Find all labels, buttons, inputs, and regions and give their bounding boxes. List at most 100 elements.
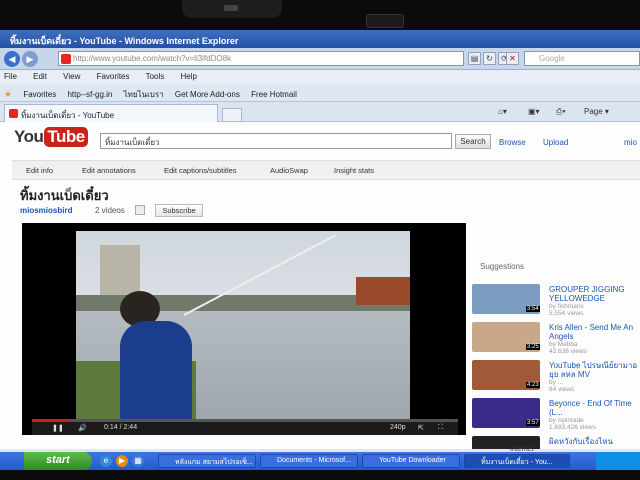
suggestion-item[interactable]: ผิดหวังกับเรื่องไหนby ...... — [472, 436, 640, 449]
suggestion-thumbnail[interactable]: 3:25 — [472, 322, 540, 352]
taskbar-item-active[interactable]: ทิ้มงานเบ็ดเดี๋ยว - You... — [464, 454, 570, 468]
suggestion-duration: 4:23 — [526, 382, 540, 388]
suggestion-duration: 3:57 — [526, 420, 540, 426]
screen: ทิ้มงานเบ็ดเดี๋ยว - YouTube - Windows In… — [0, 30, 640, 470]
youtube-favicon-icon — [9, 109, 18, 118]
suggestion-author: by ... — [549, 379, 564, 386]
favorite-link[interactable]: Free Hotmail — [251, 90, 297, 99]
suggestion-views: 1,693,426 views — [549, 424, 596, 431]
upload-link[interactable]: Upload — [543, 138, 568, 147]
youtube-search-input[interactable]: ทิ้มงานเบ็ดเดี๋ยว — [100, 133, 452, 149]
taskbar: start e ▶ ▦ หลังแกม สยามสไปรอเซ็... Docu… — [0, 452, 640, 470]
owner-toolbar: Edit info Edit annotations Edit captions… — [12, 160, 640, 180]
suggestion-thumbnail[interactable]: 4:23 — [472, 360, 540, 390]
play-pause-icon[interactable]: ❚❚ — [52, 424, 64, 432]
taskbar-item[interactable]: YouTube Downloader — [362, 454, 460, 468]
favorites-button[interactable]: Favorites — [23, 90, 56, 99]
suggestion-title[interactable]: Kris Allen - Send Me An Angels — [549, 323, 640, 341]
suggestion-author: by Mebba — [549, 341, 578, 348]
compatibility-icon[interactable]: ▤ — [468, 52, 481, 65]
suggestion-author: by fishmans — [549, 303, 584, 310]
feeds-icon[interactable]: ▣▾ — [528, 107, 540, 116]
suggestion-title[interactable]: Beyonce - End Of Time (L... — [549, 399, 640, 417]
volume-icon[interactable]: 🔊 — [78, 424, 87, 432]
insight-stats-link[interactable]: Insight stats — [334, 166, 374, 175]
fullscreen-icon[interactable]: ⛶ — [438, 424, 443, 432]
system-tray — [596, 452, 640, 470]
channel-link[interactable]: miosmiosbird — [20, 206, 72, 215]
favorite-link[interactable]: http--sf-gg.in — [67, 90, 112, 99]
taskbar-item[interactable]: Documents - Microsof... — [260, 454, 358, 468]
menu-favorites[interactable]: Favorites — [97, 72, 130, 81]
youtube-search-button[interactable]: Search — [455, 134, 491, 149]
videos-dropdown[interactable] — [135, 205, 145, 215]
suggestion-title[interactable]: YouTube ไปรษณีย์ยามาอยุย ลหล MV — [549, 361, 640, 379]
menu-edit[interactable]: Edit — [33, 72, 47, 81]
popout-icon[interactable]: ⇱ — [418, 424, 424, 432]
suggestion-views: 84 views — [549, 386, 575, 393]
start-button[interactable]: start — [24, 452, 92, 470]
desktop-quicklaunch-icon[interactable]: ▦ — [132, 455, 144, 467]
browse-link[interactable]: Browse — [499, 138, 526, 147]
menu-help[interactable]: Help — [181, 72, 197, 81]
address-input[interactable]: http://www.youtube.com/watch?v=ll3lfdDO8… — [58, 51, 464, 66]
print-icon[interactable]: ⎙▾ — [556, 107, 566, 117]
menu-bar: File Edit View Favorites Tools Help — [0, 70, 640, 84]
audioswap-link[interactable]: AudioSwap — [270, 166, 308, 175]
suggestion-thumbnail[interactable]: 3:57 — [472, 398, 540, 428]
refresh-icon[interactable]: ↻ — [483, 52, 496, 65]
home-icon[interactable]: ⌂▾ — [498, 107, 507, 116]
suggestion-title[interactable]: ผิดหวังกับเรื่องไหน — [549, 437, 640, 446]
suggestion-item[interactable]: 4:23 YouTube ไปรษณีย์ยามาอยุย ลหล MV by ..… — [472, 360, 640, 394]
edit-captions-link[interactable]: Edit captions/subtitles — [164, 166, 237, 175]
ie-quicklaunch-icon[interactable]: e — [100, 455, 112, 467]
video-frame — [76, 231, 410, 421]
favorites-star-icon: ★ — [4, 89, 13, 99]
youtube-favicon-icon — [61, 54, 71, 64]
search-input[interactable]: Google — [524, 51, 640, 66]
suggestion-title[interactable]: GROUPER JIGGING YELLOWEDGE — [549, 285, 640, 303]
progress-bar[interactable] — [32, 419, 458, 422]
suggestions-header: Suggestions — [480, 262, 525, 271]
bezel-stud — [366, 14, 404, 28]
player-controls: ❚❚ 🔊 0:14 / 2:44 240p ⇱ ⛶ — [32, 419, 458, 435]
forward-button[interactable]: ▶ — [22, 51, 38, 67]
stop-icon[interactable]: ✕ — [506, 52, 519, 65]
favorite-link[interactable]: ไทยไนเบรา — [124, 90, 164, 99]
suggestion-item[interactable]: 3:57 Beyonce - End Of Time (L... by ispint… — [472, 398, 640, 432]
account-link[interactable]: mio — [624, 138, 637, 147]
page-menu[interactable]: Page ▾ — [584, 107, 609, 116]
window-title: ทิ้มงานเบ็ดเดี๋ยว - YouTube - Windows In… — [0, 30, 640, 48]
suggestion-views: 42,638 views — [549, 348, 587, 355]
taskbar-item[interactable]: หลังแกม สยามสไปรอเซ็... — [158, 454, 256, 468]
suggestion-duration: 3:54 — [526, 306, 540, 312]
menu-file[interactable]: File — [4, 72, 17, 81]
suggestion-item[interactable]: 3:54 GROUPER JIGGING YELLOWEDGE by fishman… — [472, 284, 640, 318]
youtube-page: You Tube ทิ้มงานเบ็ดเดี๋ยว Search Browse … — [0, 122, 640, 449]
menu-tools[interactable]: Tools — [146, 72, 165, 81]
subscribe-button[interactable]: Subscribe — [155, 204, 203, 217]
suggestion-thumbnail[interactable]: 3:54 — [472, 284, 540, 314]
edit-annotations-link[interactable]: Edit annotations — [82, 166, 136, 175]
edit-info-link[interactable]: Edit info — [26, 166, 53, 175]
suggestion-author: by ispintade — [549, 417, 584, 424]
address-bar-row: ◀ ▶ http://www.youtube.com/watch?v=ll3lf… — [0, 48, 640, 70]
video-title: ทิ้มงานเบ็ดเดี๋ยว — [20, 188, 109, 203]
new-tab-button[interactable] — [222, 108, 242, 122]
suggestion-views: 5,554 views — [549, 310, 584, 317]
youtube-logo[interactable]: You Tube — [14, 127, 88, 149]
menu-view[interactable]: View — [63, 72, 80, 81]
tab-youtube[interactable]: ทิ้มงานเบ็ดเดี๋ยว - YouTube — [4, 104, 218, 122]
tab-bar: ทิ้มงานเบ็ดเดี๋ยว - YouTube ⌂▾ ▣▾ ⎙▾ Pag… — [0, 102, 640, 122]
webcam — [182, 0, 282, 18]
video-player[interactable]: ❚❚ 🔊 0:14 / 2:44 240p ⇱ ⛶ — [22, 223, 466, 435]
video-count: 2 videos — [95, 206, 125, 215]
suggestion-item[interactable]: 3:25 Kris Allen - Send Me An Angels by Meb… — [472, 322, 640, 356]
media-quicklaunch-icon[interactable]: ▶ — [116, 455, 128, 467]
favorites-bar: ★ Favorites http--sf-gg.in ไทยไนเบรา Get… — [0, 84, 640, 102]
back-button[interactable]: ◀ — [4, 51, 20, 67]
suggestion-duration: 3:25 — [526, 344, 540, 350]
fisher-body — [120, 321, 192, 421]
favorite-link[interactable]: Get More Add-ons — [175, 90, 240, 99]
quality-button[interactable]: 240p — [390, 424, 406, 431]
